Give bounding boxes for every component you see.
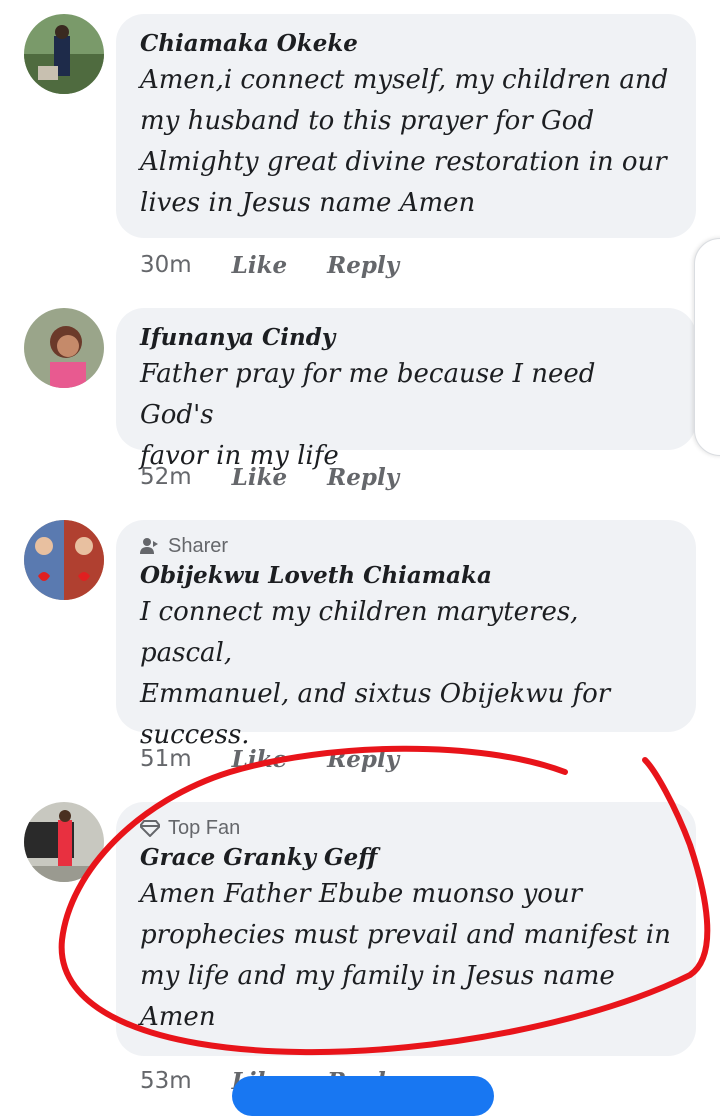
comment-line: Almighty great divine restoration in our <box>140 147 667 177</box>
comment-bubble: Top Fan Grace Granky Geff Amen Father Eb… <box>116 802 696 1056</box>
comment-time[interactable]: 51m <box>140 746 192 773</box>
comment-line: prophecies must prevail and manifest in <box>140 920 671 950</box>
comment-line: I connect my children maryteres, pascal, <box>140 597 579 668</box>
comment-bubble: Chiamaka Okeke Amen,i connect myself, my… <box>116 14 696 238</box>
sharer-icon <box>140 538 158 554</box>
comment-author[interactable]: Grace Granky Geff <box>140 842 672 874</box>
comment-text: Father pray for me because I need God's … <box>140 354 672 477</box>
reply-button[interactable]: Reply <box>327 252 399 279</box>
comment-line: my husband to this prayer for God <box>140 106 595 136</box>
top-fan-badge: Top Fan <box>140 816 672 840</box>
comment-author[interactable]: Ifunanya Cindy <box>140 322 672 354</box>
side-card[interactable] <box>694 238 720 456</box>
like-button[interactable]: Like <box>232 252 287 279</box>
comment-line: Amen Father Ebube muonso your <box>140 879 583 909</box>
comment-text: Amen,i connect myself, my children and m… <box>140 60 672 224</box>
reply-button[interactable]: Reply <box>327 464 399 491</box>
comment-text: Amen Father Ebube muonso your prophecies… <box>140 874 672 1038</box>
badge-label: Sharer <box>168 535 229 557</box>
avatar[interactable] <box>24 14 104 94</box>
avatar[interactable] <box>24 520 104 600</box>
new-comments-button[interactable] <box>232 1076 494 1116</box>
diamond-icon <box>140 820 160 837</box>
comment-time[interactable]: 52m <box>140 464 192 491</box>
comment-line: Amen <box>140 1002 216 1032</box>
comment-line: Emmanuel, and sixtus Obijekwu for <box>140 679 611 709</box>
comment-actions: 51m Like Reply <box>140 746 399 773</box>
reply-button[interactable]: Reply <box>327 746 399 773</box>
comment-actions: 30m Like Reply <box>140 252 399 279</box>
like-button[interactable]: Like <box>232 746 287 773</box>
like-button[interactable]: Like <box>232 464 287 491</box>
comment-time[interactable]: 30m <box>140 252 192 279</box>
avatar[interactable] <box>24 308 104 388</box>
comment-bubble: Sharer Obijekwu Loveth Chiamaka I connec… <box>116 520 696 750</box>
comment-author[interactable]: Obijekwu Loveth Chiamaka <box>140 560 672 592</box>
comment-line: Amen,i connect myself, my children and <box>140 65 669 95</box>
comment-bubble: Ifunanya Cindy Father pray for me becaus… <box>116 308 696 471</box>
comment-author[interactable]: Chiamaka Okeke <box>140 28 672 60</box>
comment-line: lives in Jesus name Amen <box>140 188 476 218</box>
avatar[interactable] <box>24 802 104 882</box>
sharer-badge: Sharer <box>140 534 672 558</box>
comment-actions: 52m Like Reply <box>140 464 399 491</box>
comment-line: Father pray for me because I need God's <box>140 359 596 430</box>
comment-text: I connect my children maryteres, pascal,… <box>140 592 672 756</box>
badge-label: Top Fan <box>168 817 241 839</box>
comment-line: my life and my family in Jesus name <box>140 961 615 991</box>
